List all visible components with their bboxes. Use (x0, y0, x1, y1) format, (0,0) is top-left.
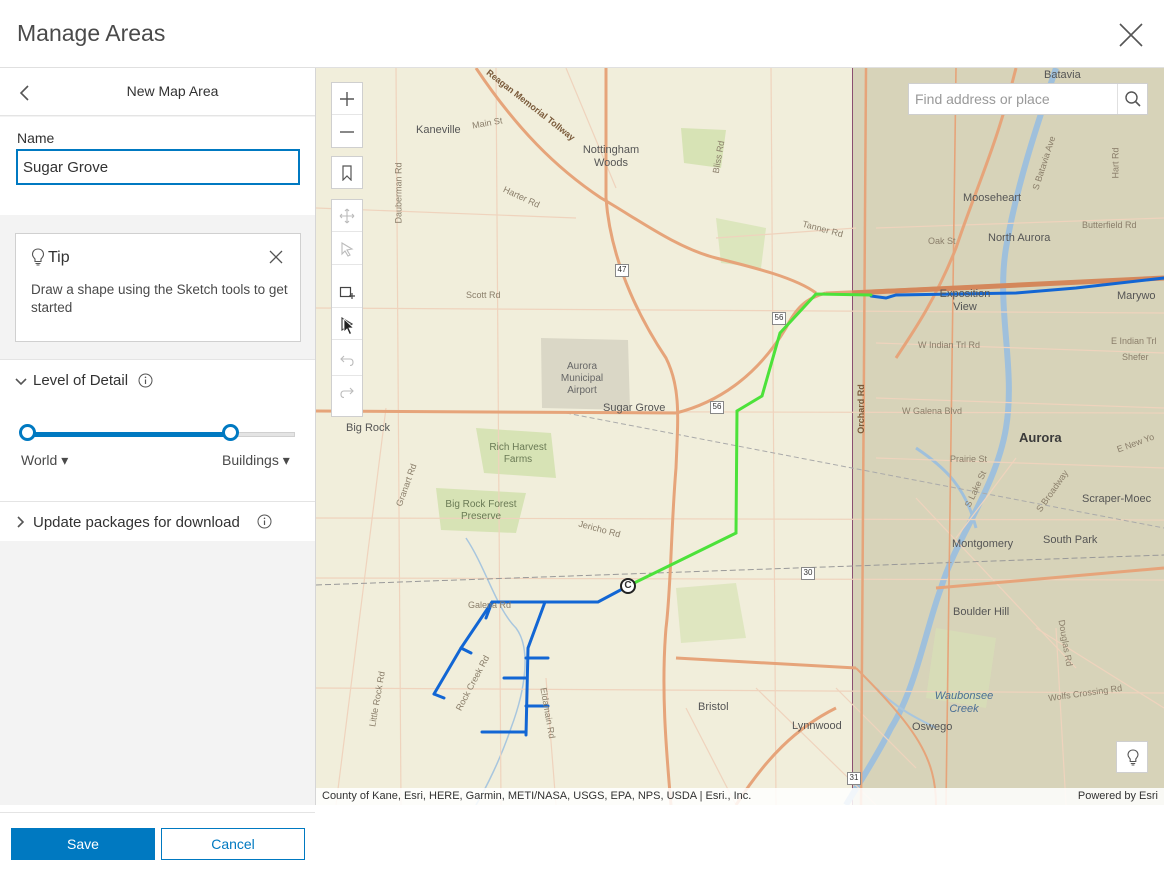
sketch-toolbar (331, 199, 363, 417)
redo-icon[interactable] (332, 376, 362, 408)
panel-nav-bar: New Map Area (0, 68, 315, 116)
map-search-input[interactable] (909, 84, 1117, 114)
caret-down-icon: ▾ (61, 452, 69, 468)
search-icon[interactable] (1117, 84, 1147, 114)
map-search (908, 83, 1148, 115)
map-road-label: E Indian Trl (1111, 336, 1157, 346)
lod-collapse-chevron-icon[interactable] (14, 372, 28, 392)
lod-title[interactable]: Level of Detail (33, 372, 128, 389)
map-road-label: W Galena Blvd (902, 406, 963, 416)
route-shield: 47 (615, 264, 629, 277)
map-place-label: Montgomery (952, 538, 1014, 550)
map-road-label: Hart Rd (1110, 147, 1121, 179)
map-place-label: North Aurora (988, 232, 1051, 244)
tip-title: Tip (48, 249, 70, 266)
map-road-label: Dauberman Rd (393, 162, 404, 224)
panel-footer: Save Cancel (0, 812, 315, 873)
map-road-label: Orchard Rd (855, 384, 866, 434)
lightbulb-icon (31, 248, 45, 266)
map-attribution: County of Kane, Esri, HERE, Garmin, METI… (316, 788, 1164, 805)
map-tip-lightbulb-icon[interactable] (1116, 741, 1148, 773)
map-place-label: Lynnwood (792, 720, 842, 732)
bookmark-icon[interactable] (332, 157, 362, 189)
map-view[interactable]: C 47 56 56 30 31 Batavia Kaneville Notti… (316, 68, 1164, 805)
move-icon[interactable] (332, 200, 362, 232)
lod-min-label: World (21, 452, 58, 468)
map-place-label: Sugar Grove (603, 402, 666, 414)
powered-by-esri[interactable]: Powered by Esri (1078, 790, 1158, 802)
lod-min-select[interactable]: World ▾ (21, 452, 68, 469)
route-shield: 30 (801, 567, 815, 580)
lod-slider-max-handle[interactable] (221, 424, 239, 441)
map-place-label: Kaneville (416, 124, 461, 136)
zoom-out-icon[interactable] (332, 116, 362, 148)
bookmarks-control (331, 156, 363, 189)
map-place-label: Big Rock Forest Preserve (445, 499, 517, 522)
dialog-header: Manage Areas (0, 0, 1164, 68)
map-place-label: Aurora Municipal Airport (560, 361, 604, 396)
caret-down-icon: ▾ (282, 452, 290, 468)
select-arrow-icon[interactable] (332, 233, 362, 265)
map-road-label: Shefer (1122, 352, 1149, 362)
mouse-cursor-icon (343, 318, 355, 341)
update-packages-section[interactable]: Update packages for download (0, 501, 315, 541)
zoom-in-icon[interactable] (332, 83, 362, 115)
tip-text: Draw a shape using the Sketch tools to g… (31, 282, 288, 315)
zoom-controls (331, 82, 363, 148)
route-shield: 31 (847, 772, 861, 785)
map-place-label: South Park (1043, 534, 1098, 546)
map-place-label: Bristol (698, 701, 729, 713)
map-road-label: W Indian Trl Rd (918, 340, 981, 350)
name-label: Name (17, 130, 55, 146)
map-road-label: Oak St (928, 236, 956, 246)
map-road-label: Butterfield Rd (1082, 220, 1137, 230)
name-input[interactable] (16, 149, 300, 185)
update-packages-title[interactable]: Update packages for download (33, 514, 240, 531)
map-place-label: Exposition View (939, 288, 991, 313)
undo-icon[interactable] (332, 344, 362, 376)
map-place-label: Waubonsee Creek (934, 690, 994, 715)
map-point-marker[interactable]: C (620, 578, 636, 594)
lod-slider-range (28, 432, 231, 437)
map-place-label: Mooseheart (963, 192, 1022, 204)
map-place-label: Batavia (1044, 69, 1081, 81)
route-shield: 56 (772, 312, 786, 325)
chevron-right-icon[interactable] (14, 512, 28, 537)
attribution-credits[interactable]: County of Kane, Esri, HERE, Garmin, METI… (322, 790, 751, 802)
map-place-label: Aurora (1019, 430, 1062, 445)
dialog-title: Manage Areas (17, 20, 166, 46)
cancel-button[interactable]: Cancel (161, 828, 305, 860)
name-section: Name (0, 117, 315, 215)
draw-rectangle-icon[interactable] (332, 276, 362, 308)
map-place-label: Marywo (1117, 290, 1156, 302)
side-panel: New Map Area Name Tip Draw a shape using… (0, 68, 316, 873)
map-place-label: Scraper-Moec (1082, 493, 1152, 505)
lod-max-select[interactable]: Buildings ▾ (222, 452, 290, 469)
level-of-detail-section: Level of Detail World ▾ Buildings ▾ (0, 359, 315, 501)
save-button[interactable]: Save (11, 828, 155, 860)
lod-info-icon[interactable] (138, 373, 153, 388)
map-road-label: Scott Rd (466, 290, 501, 300)
map-place-label: Nottingham Woods (582, 144, 640, 169)
map-place-label: Oswego (912, 721, 953, 733)
map-road-label: Galena Rd (468, 600, 512, 610)
map-place-label: Boulder Hill (953, 606, 1010, 618)
route-shield: 56 (710, 401, 724, 414)
lod-slider-min-handle[interactable] (19, 424, 36, 441)
tip-close-icon[interactable] (268, 249, 284, 265)
tip-card: Tip Draw a shape using the Sketch tools … (15, 233, 301, 342)
map-place-label: Rich Harvest Farms (489, 442, 547, 465)
update-info-icon[interactable] (257, 514, 272, 529)
close-icon[interactable] (1116, 20, 1146, 50)
panel-title: New Map Area (126, 83, 219, 99)
lod-max-label: Buildings (222, 452, 279, 468)
map-place-label: Big Rock (346, 422, 391, 434)
map-road-label: Prairie St (950, 454, 988, 464)
